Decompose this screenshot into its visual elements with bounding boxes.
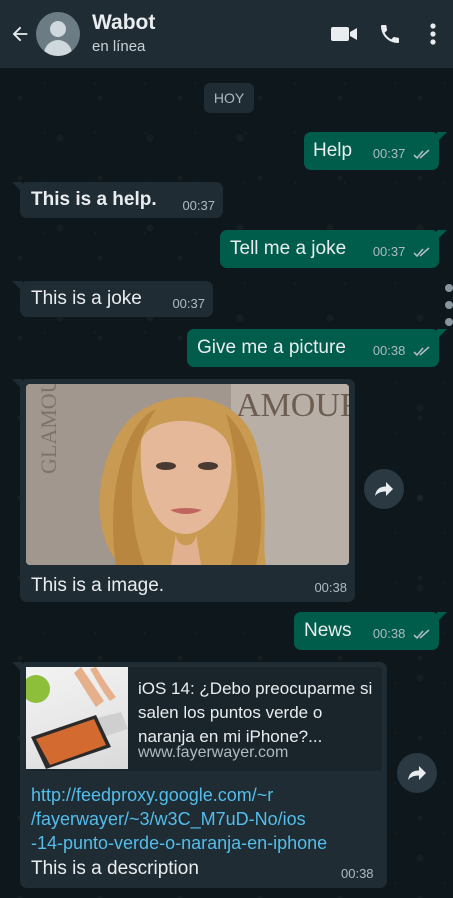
message-incoming[interactable]: This is a joke 00:37 — [12, 281, 213, 317]
double-check-icon — [413, 629, 430, 640]
svg-text:AMOUR: AMOUR — [236, 387, 349, 424]
contact-status: en línea — [92, 38, 146, 55]
message-text: Give me a picture — [197, 337, 346, 358]
message-outgoing[interactable]: Help 00:37 — [304, 132, 447, 170]
message-text: Tell me a joke — [230, 238, 347, 259]
link-url-line: -14-punto-verde-o-naranja-en-iphone — [31, 833, 328, 853]
message-outgoing[interactable]: Give me a picture 00:38 — [187, 329, 447, 367]
link-description: This is a description — [31, 858, 199, 879]
message-time: 00:38 — [314, 580, 347, 595]
message-outgoing[interactable]: News 00:38 — [294, 612, 447, 650]
message-text: This is a help. — [31, 189, 157, 210]
message-time: 00:37 — [172, 296, 205, 311]
date-chip: HOY — [204, 83, 254, 113]
message-time: 00:38 — [373, 626, 431, 641]
message-text: This is a joke — [31, 288, 142, 309]
link-preview-title: iOS 14: ¿Debo preocuparme si salen los p… — [138, 679, 373, 746]
scroll-indicator — [445, 284, 453, 335]
message-text: News — [304, 620, 352, 641]
message-outgoing[interactable]: Tell me a joke 00:37 — [220, 230, 447, 268]
link-preview-domain: www.fayerwayer.com — [138, 744, 289, 761]
forward-icon[interactable] — [364, 469, 404, 509]
image-caption: This is a image. — [31, 575, 165, 596]
message-time: 00:38 — [341, 866, 374, 881]
chat-header: Wabot en línea — [0, 0, 453, 68]
link-url-line: /fayerwayer/~3/w3C_M7uD-No/ios — [31, 809, 306, 829]
double-check-icon — [413, 247, 430, 258]
svg-text:GLAMOUR: GLAMOUR — [36, 384, 61, 474]
link-preview-thumbnail — [26, 667, 128, 769]
contact-name: Wabot — [92, 11, 156, 34]
contact-info[interactable]: Wabot en línea — [92, 11, 321, 57]
link-url-line: http://feedproxy.google.com/~r — [31, 785, 274, 805]
message-time: 00:37 — [373, 244, 431, 259]
more-vert-icon[interactable] — [413, 0, 453, 68]
double-check-icon — [413, 149, 430, 160]
video-call-icon[interactable] — [321, 0, 367, 68]
forward-icon[interactable] — [397, 753, 437, 793]
back-arrow-icon[interactable] — [4, 0, 36, 68]
link-url[interactable]: http://feedproxy.google.com/~r /fayerway… — [31, 783, 327, 855]
message-time: 00:37 — [182, 198, 215, 213]
phone-icon[interactable] — [367, 0, 413, 68]
message-incoming[interactable]: This is a help. 00:37 — [12, 182, 223, 218]
message-text: Help — [313, 140, 353, 161]
message-time: 00:37 — [373, 146, 431, 161]
message-time: 00:38 — [373, 343, 431, 358]
message-image[interactable]: AMOUR GLAMOUR — [26, 384, 349, 565]
avatar[interactable] — [36, 12, 80, 56]
double-check-icon — [413, 346, 430, 357]
